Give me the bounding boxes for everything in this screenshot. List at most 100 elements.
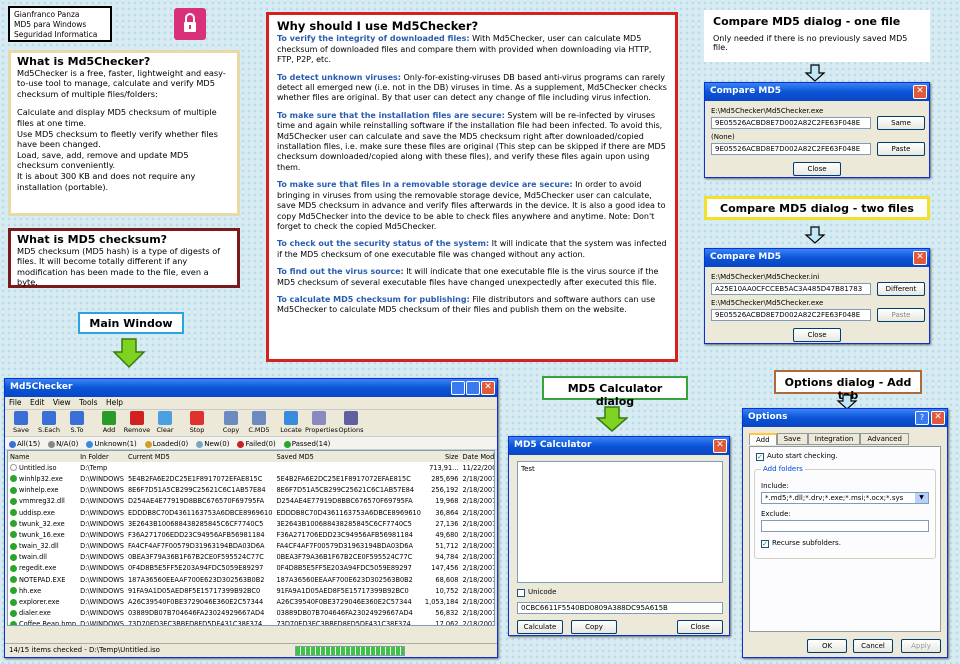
- close-icon[interactable]: ✕: [481, 381, 495, 395]
- md5-result-field[interactable]: 0CBC6611F5540BD0809A388DC95A615B: [517, 602, 723, 614]
- paste-button[interactable]: Paste: [877, 142, 925, 156]
- close-icon[interactable]: ✕: [713, 439, 727, 453]
- tab-add[interactable]: Add: [749, 433, 777, 445]
- chevron-down-icon[interactable]: ▼: [915, 493, 928, 503]
- save-button[interactable]: Save: [7, 410, 35, 434]
- properties-button[interactable]: Properties: [305, 410, 338, 434]
- col-saved-md5[interactable]: Saved MD5: [274, 451, 422, 462]
- same-button[interactable]: Same: [877, 116, 925, 130]
- close-button[interactable]: Close: [677, 620, 723, 634]
- table-row[interactable]: twain_32.dll D:\WINDOWS FA4CF4AF7F00579D31…: [8, 541, 494, 552]
- copy-button[interactable]: Copy: [571, 620, 617, 634]
- recurse-checkbox[interactable]: ✓: [761, 540, 769, 548]
- filter-all[interactable]: All(15): [9, 440, 40, 448]
- table-row[interactable]: uddisp.exe D:\WINDOWS EDDDB8C70D4361163753…: [8, 507, 494, 518]
- apply-button[interactable]: Apply: [901, 639, 941, 653]
- menu-tools[interactable]: Tools: [79, 398, 97, 407]
- cell: FA4CF4AF7F00579D31963194BDA03D6A: [127, 542, 265, 551]
- table-row[interactable]: Coffee Bean.bmp D:\WINDOWS 73D70ED3EC3BBFD…: [8, 619, 494, 626]
- remove-button[interactable]: Remove: [123, 410, 151, 434]
- cell: Coffee Bean.bmp: [19, 620, 77, 626]
- table-row[interactable]: twunk_32.exe D:\WINDOWS 3E2643B10068843828…: [8, 518, 495, 529]
- save-each-button[interactable]: S.Each: [35, 410, 63, 434]
- cell: winhlp32.exe: [19, 474, 63, 483]
- maximize-icon[interactable]: [466, 381, 480, 395]
- calculate-button[interactable]: Calculate: [517, 620, 563, 634]
- close-button[interactable]: Close: [793, 328, 841, 342]
- filter-new[interactable]: New(0): [196, 440, 229, 448]
- table-row[interactable]: winhlp32.exe D:\WINDOWS 5E4B2FA6E2DC25E1F8…: [8, 473, 494, 484]
- hash-field[interactable]: 9E05526ACBD8E7D002A82C2FE63F048E: [711, 309, 871, 321]
- stop-button[interactable]: Stop: [183, 410, 211, 434]
- cell: 2/18/2007 12:00:00 PM: [462, 553, 495, 562]
- add-button[interactable]: Add: [95, 410, 123, 434]
- path-label: (None): [711, 133, 735, 141]
- table-row[interactable]: vmmreg32.dll D:\WINDOWS D254AE4E77919D8BBC…: [8, 496, 494, 507]
- filter-failed[interactable]: Failed(0): [237, 440, 276, 448]
- close-icon[interactable]: ✕: [913, 251, 927, 265]
- table-row[interactable]: explorer.exe D:\WINDOWS A26C39540F0BE37290…: [8, 596, 494, 607]
- ok-button[interactable]: OK: [807, 639, 847, 653]
- exclude-label: Exclude:: [761, 510, 791, 518]
- col-folder[interactable]: In Folder: [78, 451, 126, 462]
- copy-md5-icon: [252, 411, 266, 425]
- table-row[interactable]: hh.exe D:\WINDOWS 91FA9A1D05AED8F5E1571739…: [8, 585, 494, 596]
- cancel-button[interactable]: Cancel: [853, 639, 893, 653]
- auto-start-checkbox[interactable]: ✓: [756, 453, 764, 461]
- unicode-checkbox[interactable]: [517, 589, 525, 597]
- tab-integration[interactable]: Integration: [807, 433, 861, 445]
- col-current-md5[interactable]: Current MD5: [126, 451, 274, 462]
- locate-button[interactable]: Locate: [277, 410, 305, 434]
- exclude-input[interactable]: [761, 520, 929, 532]
- col-date[interactable]: Date Modified: [460, 451, 494, 462]
- paste-button[interactable]: Paste: [877, 308, 925, 322]
- col-name[interactable]: Name: [8, 451, 78, 462]
- menu-file[interactable]: File: [9, 398, 22, 407]
- close-button[interactable]: Close: [793, 162, 841, 176]
- cell: 91FA9A1D05AED8F5E15717399B92BC0: [127, 586, 261, 595]
- cell: 03889DB07B704646FA23024929667AD4: [276, 609, 413, 618]
- cell: 49,680: [435, 530, 459, 539]
- filter-passed[interactable]: Passed(14): [283, 440, 330, 448]
- toolbar-label: S.Each: [38, 426, 60, 434]
- table-row[interactable]: winhelp.exe D:\WINDOWS 8E6F7D51A5CB299C256…: [8, 485, 494, 496]
- clear-button[interactable]: Clear: [151, 410, 179, 434]
- filter-na[interactable]: N/A(0): [48, 440, 78, 448]
- hash-field[interactable]: 9E05526ACBD8E7D002A82C2FE63F048E: [711, 117, 871, 129]
- filter-unknown[interactable]: Unknown(1): [86, 440, 137, 448]
- hash-field[interactable]: 9E05526ACBD8E7D002A82C2FE63F048E: [711, 143, 871, 155]
- cell: dialer.exe: [19, 609, 51, 618]
- different-button[interactable]: Different: [877, 282, 925, 296]
- col-size[interactable]: Size: [423, 451, 461, 462]
- menu-edit[interactable]: Edit: [30, 398, 45, 407]
- text-input[interactable]: Test: [517, 461, 723, 583]
- table-row[interactable]: Untitled.iso D:\Temp 713,91...11/22/2007 1…: [8, 462, 494, 473]
- table-row[interactable]: twain.dll D:\WINDOWS 0BEA3F79A36B1F67B2CE0…: [8, 552, 495, 563]
- minimize-icon[interactable]: [451, 381, 465, 395]
- copy-md5-button[interactable]: C.MD5: [245, 410, 273, 434]
- passed-icon: [10, 576, 17, 584]
- table-row[interactable]: twunk_16.exe D:\WINDOWS F36A271706EDD23C94…: [8, 529, 494, 540]
- close-icon[interactable]: ✕: [931, 411, 945, 425]
- menu-help[interactable]: Help: [106, 398, 123, 407]
- cell: 10,752: [435, 586, 459, 595]
- copy-button[interactable]: Copy: [217, 410, 245, 434]
- options-icon: [344, 411, 358, 425]
- tab-save[interactable]: Save: [776, 433, 808, 445]
- toolbar-label: Save: [13, 426, 29, 434]
- menu-view[interactable]: View: [53, 398, 71, 407]
- include-select[interactable]: *.md5;*.dll;*.drv;*.exe;*.msi;*.ocx;*.sy…: [761, 492, 929, 504]
- table-row[interactable]: dialer.exe D:\WINDOWS 03889DB07B704646FA23…: [8, 608, 494, 619]
- help-icon[interactable]: ?: [915, 411, 929, 425]
- table-row[interactable]: NOTEPAD.EXE D:\WINDOWS 187A36560EEAAF700E6…: [8, 574, 494, 585]
- cell: 2/18/2007 12:00:00 PM: [462, 519, 495, 528]
- tab-advanced[interactable]: Advanced: [860, 433, 909, 445]
- options-button[interactable]: Options: [337, 410, 365, 434]
- toolbar-label: Add: [102, 426, 116, 434]
- save-to-button[interactable]: S.To: [63, 410, 91, 434]
- filter-loaded[interactable]: Loaded(0): [144, 440, 188, 448]
- close-icon[interactable]: ✕: [913, 85, 927, 99]
- passed-icon: [283, 440, 291, 448]
- table-row[interactable]: regedit.exe D:\WINDOWS 0F4D8B5E5FF5E203A94…: [8, 563, 494, 574]
- hash-field[interactable]: A25E10AA0CFCCEB5AC3A485D47B81783: [711, 283, 871, 295]
